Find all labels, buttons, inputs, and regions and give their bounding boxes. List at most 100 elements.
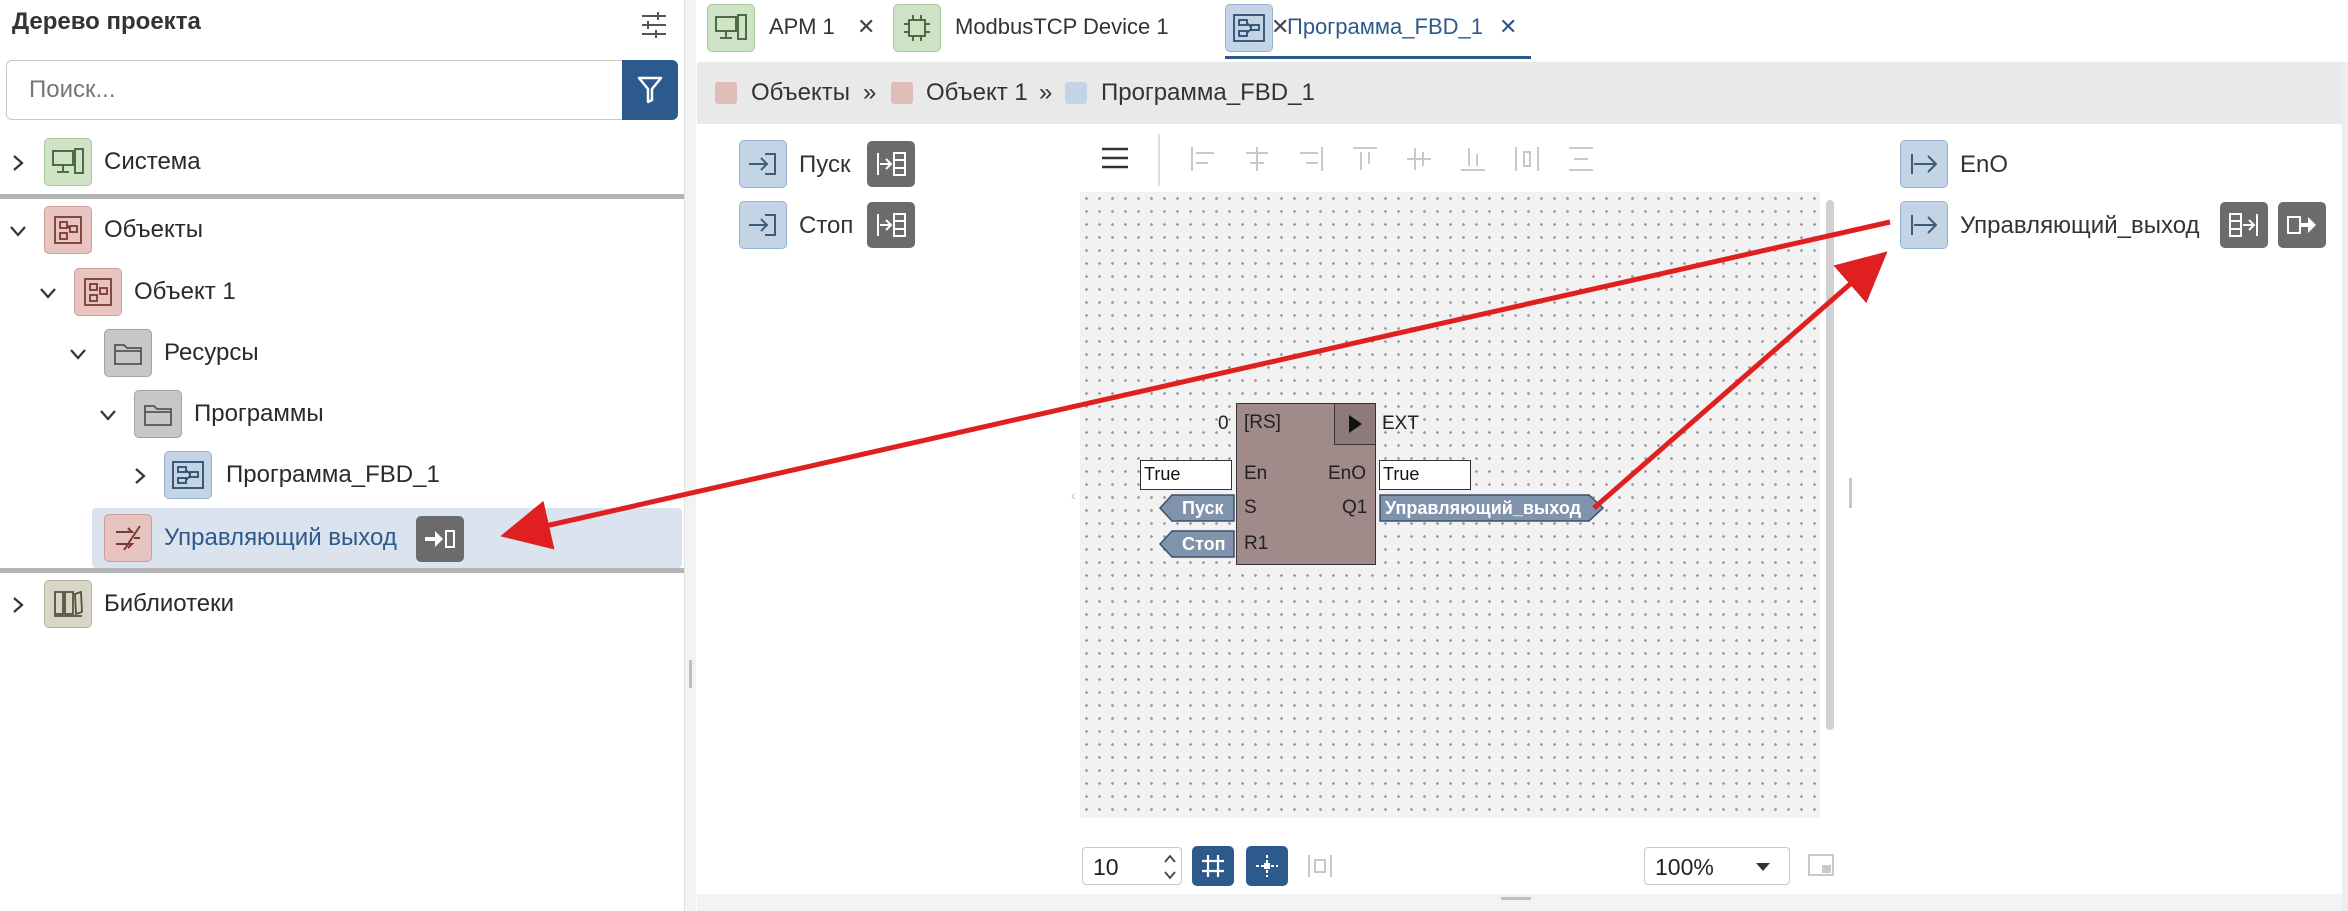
chip-icon xyxy=(893,4,941,52)
tree-item-control-output[interactable]: Управляющий выход xyxy=(92,508,682,568)
run-button[interactable] xyxy=(1334,403,1376,445)
tree-item-label: Система xyxy=(104,148,201,175)
input-action-button[interactable] xyxy=(867,202,915,248)
align-bottom-icon[interactable] xyxy=(1458,144,1488,174)
zoom-select[interactable]: 100% xyxy=(1644,847,1790,885)
chevron-down-icon[interactable] xyxy=(98,405,118,425)
toolbar-divider xyxy=(1158,134,1160,186)
splitter-grip xyxy=(1501,897,1531,900)
grid-toggle-button[interactable] xyxy=(1192,846,1234,886)
breadcrumb-item[interactable]: Программа_FBD_1 xyxy=(1101,78,1315,108)
output-label: Управляющий_выход xyxy=(1960,212,2200,239)
tab-bar: АРМ 1 ✕ ModbusTCP Device 1 ✕ Программа_F… xyxy=(697,0,2348,59)
canvas-resize-handle-right[interactable] xyxy=(1849,478,1852,508)
tree-item-programs[interactable]: Программы xyxy=(0,390,684,440)
bind-input-icon xyxy=(877,152,906,176)
block-left-value: 0 xyxy=(1218,413,1229,434)
tree-item-label: Библиотеки xyxy=(104,590,235,617)
input-label: Стоп xyxy=(799,212,854,239)
tree-item-label: Программы xyxy=(194,400,324,427)
tree-item-libraries[interactable]: Библиотеки xyxy=(0,580,684,630)
pin-s: S xyxy=(1244,497,1257,518)
object-icon xyxy=(74,268,122,316)
tree-item-object-1[interactable]: Объект 1 xyxy=(0,268,684,318)
tab-label: Программа_FBD_1 xyxy=(1287,14,1483,39)
distribute-horizontal-icon[interactable] xyxy=(1512,144,1542,174)
output-icon xyxy=(1900,201,1948,249)
tree-item-objects[interactable]: Объекты xyxy=(0,206,684,256)
chevron-down-icon[interactable] xyxy=(38,283,58,303)
panel-splitter[interactable] xyxy=(684,0,696,911)
tab-arm-1[interactable]: АРМ 1 ✕ xyxy=(707,0,892,56)
tree-item-system[interactable]: Система xyxy=(0,138,684,188)
align-left-icon[interactable] xyxy=(1188,144,1218,174)
menu-icon[interactable] xyxy=(1100,146,1130,170)
chevron-right-icon[interactable] xyxy=(8,595,28,615)
breadcrumb-color-icon xyxy=(1065,82,1087,104)
tree-separator xyxy=(0,194,684,199)
output-icon xyxy=(104,514,152,562)
tab-label: ModbusTCP Device 1 xyxy=(955,14,1169,39)
computer-icon xyxy=(44,138,92,186)
grid-step-value: 10 xyxy=(1093,854,1119,880)
align-center-icon[interactable] xyxy=(1242,144,1272,174)
output-row-eno[interactable]: EnO xyxy=(1900,140,2320,190)
eno-value-box[interactable]: True xyxy=(1379,460,1471,490)
right-edge-bar xyxy=(2342,62,2348,911)
search-input[interactable] xyxy=(6,60,624,120)
canvas-scrollbar[interactable] xyxy=(1826,200,1834,730)
folder-icon xyxy=(104,329,152,377)
input-row-start[interactable]: Пуск xyxy=(739,140,1039,190)
outputs-panel: EnO Управляющий_выход xyxy=(1856,128,2342,888)
fbd-program-icon xyxy=(164,451,212,499)
breadcrumb-separator: » xyxy=(1039,79,1053,106)
play-icon xyxy=(1349,415,1362,433)
output-row-control[interactable]: Управляющий_выход xyxy=(1900,201,2340,251)
tree-item-resources[interactable]: Ресурсы xyxy=(0,329,684,379)
tree-settings-icon[interactable] xyxy=(638,10,670,40)
chevron-right-icon[interactable] xyxy=(8,153,28,173)
inputs-panel: Пуск Стоп xyxy=(697,128,1077,888)
fit-width-icon[interactable] xyxy=(1306,852,1334,880)
close-icon[interactable]: ✕ xyxy=(1499,14,1517,40)
input-icon xyxy=(739,140,787,188)
en-value-box[interactable]: True xyxy=(1140,460,1232,490)
input-row-stop[interactable]: Стоп xyxy=(739,201,1039,251)
tab-label: АРМ 1 xyxy=(769,14,835,39)
output-label: EnO xyxy=(1960,151,2009,178)
canvas-resize-handle-left[interactable]: ‹ xyxy=(1071,488,1076,502)
input-action-button[interactable] xyxy=(867,141,915,187)
tree-item-program-fbd-1[interactable]: Программа_FBD_1 xyxy=(0,451,684,501)
distribute-vertical-icon[interactable] xyxy=(1566,144,1596,174)
output-action-button[interactable] xyxy=(416,516,464,562)
block-ext-label: EXT xyxy=(1382,413,1419,434)
grid-step-stepper[interactable]: 10 xyxy=(1082,847,1182,885)
tree-item-label: Объект 1 xyxy=(134,278,236,305)
tree-item-label: Ресурсы xyxy=(164,339,259,366)
chevron-down-icon[interactable] xyxy=(68,344,88,364)
zoom-value: 100% xyxy=(1655,854,1714,880)
input-tag-label: Пуск xyxy=(1182,498,1224,518)
filter-button[interactable] xyxy=(622,60,678,120)
align-middle-icon[interactable] xyxy=(1404,144,1434,174)
bind-output-icon xyxy=(2229,213,2258,237)
breadcrumb-item[interactable]: Объекты xyxy=(751,78,850,108)
chevron-right-icon[interactable] xyxy=(130,466,150,486)
tab-program-fbd-1[interactable]: Программа_FBD_1 ✕ xyxy=(1225,0,1531,59)
minimap-icon[interactable] xyxy=(1808,854,1834,876)
close-icon[interactable]: ✕ xyxy=(857,14,875,40)
chevron-down-icon[interactable] xyxy=(8,221,28,241)
bottom-splitter[interactable] xyxy=(697,894,2342,911)
pin-eno: EnO xyxy=(1328,463,1367,484)
export-output-button[interactable] xyxy=(2278,202,2326,248)
breadcrumb-item[interactable]: Объект 1 xyxy=(926,78,1028,108)
stepper-arrows-icon[interactable] xyxy=(1163,852,1177,882)
align-right-icon[interactable] xyxy=(1296,144,1326,174)
output-tag-label: Управляющий_выход xyxy=(1385,498,1582,518)
breadcrumb-separator: » xyxy=(863,79,877,106)
snap-toggle-button[interactable] xyxy=(1246,846,1288,886)
project-tree-panel: Дерево проекта Система Объекты Объект 1 xyxy=(0,0,684,911)
tree-item-label: Управляющий выход xyxy=(164,524,397,551)
align-top-icon[interactable] xyxy=(1350,144,1380,174)
bind-output-button[interactable] xyxy=(2220,202,2268,248)
